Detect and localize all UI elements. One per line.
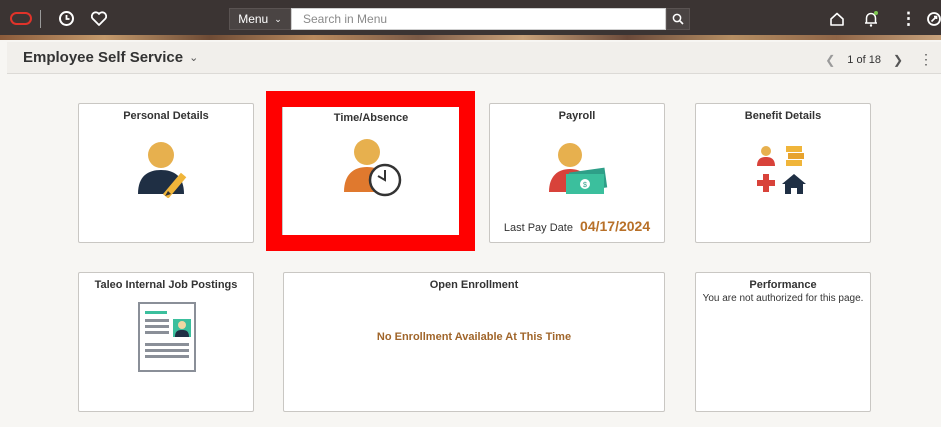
homepage-title: Employee Self Service	[23, 49, 184, 66]
job-posting-document-icon	[138, 302, 196, 372]
tile-title: Payroll	[558, 110, 596, 122]
actions-menu-icon[interactable]: ⋮	[900, 10, 917, 27]
previous-page-icon[interactable]: ❮	[825, 53, 835, 67]
benefits-icon	[757, 146, 806, 194]
tile-title: Open Enrollment	[429, 279, 519, 291]
menu-search-field[interactable]	[291, 8, 666, 30]
highlight-box	[266, 91, 475, 251]
home-icon[interactable]	[829, 11, 845, 30]
pager-count: 1 of 18	[847, 54, 881, 66]
tile-title: Taleo Internal Job Postings	[94, 279, 238, 291]
favorites-heart-icon[interactable]	[90, 10, 108, 30]
not-authorized-message: You are not authorized for this page.	[702, 293, 864, 304]
homepage-selector[interactable]: Employee Self Service ⌄	[23, 49, 198, 66]
tile-title: Performance	[749, 279, 817, 291]
top-navigation-bar: Menu ⌄ ⋮	[0, 0, 941, 40]
menu-button-label: Menu	[238, 12, 269, 26]
oracle-logo-icon[interactable]	[10, 12, 32, 25]
recent-places-clock-icon[interactable]	[58, 10, 75, 30]
tile-benefit-details[interactable]: Benefit Details	[695, 103, 871, 243]
next-page-icon[interactable]: ❯	[893, 53, 903, 67]
search-icon	[672, 13, 684, 25]
tile-taleo-job-postings[interactable]: Taleo Internal Job Postings	[78, 272, 254, 412]
tile-title: Personal Details	[123, 110, 209, 122]
last-pay-date-value: 04/17/2024	[580, 218, 651, 234]
person-edit-icon	[138, 142, 187, 198]
notifications-bell-icon[interactable]	[862, 10, 880, 31]
tile-personal-details[interactable]: Personal Details	[78, 103, 254, 243]
more-options-icon[interactable]: ⋮	[919, 51, 933, 68]
tile-open-enrollment[interactable]: Open Enrollment No Enrollment Available …	[283, 272, 665, 412]
enrollment-status-message: No Enrollment Available At This Time	[376, 331, 572, 343]
chevron-down-icon: ⌄	[274, 13, 282, 24]
last-pay-date-label: Last Pay Date	[503, 222, 573, 234]
tile-performance[interactable]: Performance You are not authorized for t…	[695, 272, 871, 412]
svg-text:$: $	[583, 182, 587, 189]
tile-title: Benefit Details	[744, 110, 822, 122]
navbar-icon[interactable]	[926, 11, 941, 30]
chevron-down-icon: ⌄	[189, 52, 199, 64]
homepage-header: Employee Self Service ⌄ ❮ 1 of 18 ❯ ⋮	[7, 42, 941, 74]
last-pay-date: Last Pay Date 04/17/2024	[490, 218, 664, 234]
homepage-pager: ❮ 1 of 18 ❯	[825, 53, 903, 67]
tile-payroll[interactable]: Payroll $ Last Pay Date 04/17/2024	[489, 103, 665, 243]
banner-stripe	[0, 35, 941, 40]
person-money-icon: $	[549, 143, 608, 194]
navigator-menu-button[interactable]: Menu ⌄	[229, 8, 291, 30]
menu-search-input[interactable]	[292, 9, 665, 29]
search-button[interactable]	[666, 8, 690, 30]
divider	[40, 10, 41, 28]
